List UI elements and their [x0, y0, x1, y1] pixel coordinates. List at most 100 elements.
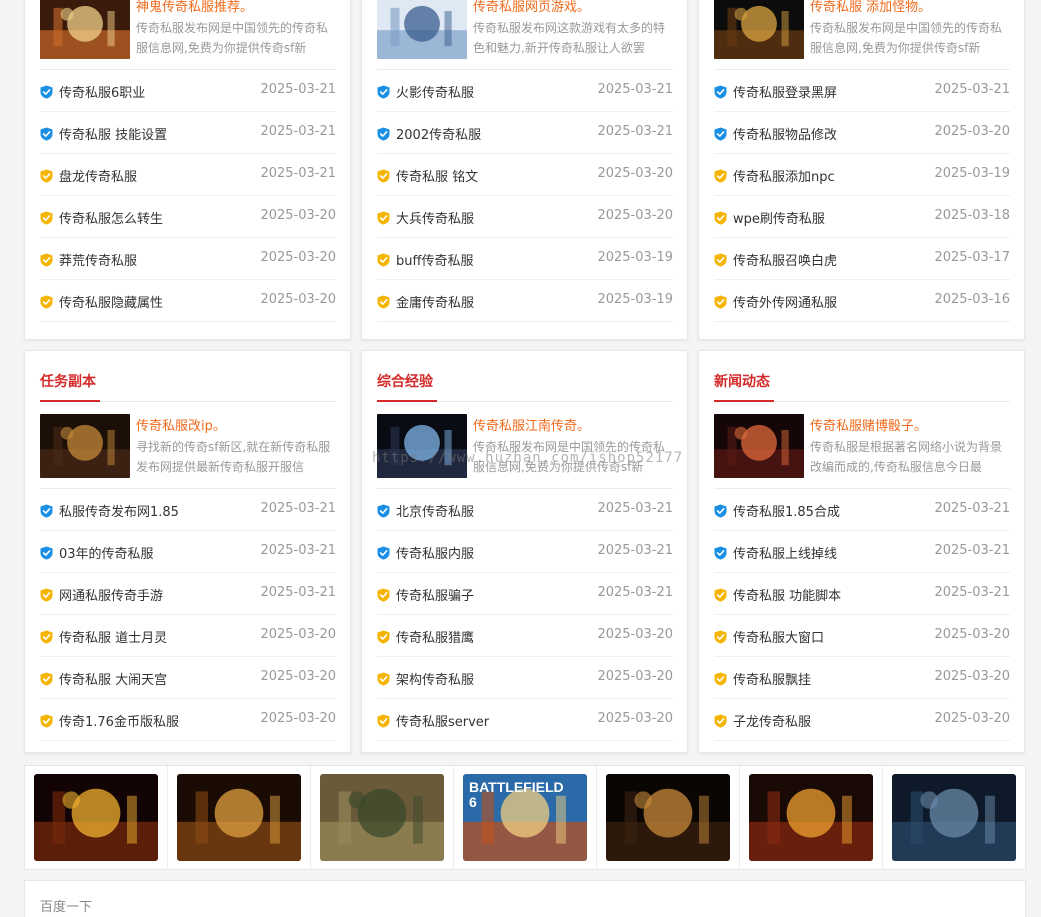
article-title-link[interactable]: buff传奇私服 [396, 250, 473, 269]
article-list-item[interactable]: 传奇私服召唤白虎 2025-03-17 [714, 238, 1010, 280]
article-title-link[interactable]: 传奇私服server [396, 711, 489, 730]
feature-thumbnail[interactable] [714, 414, 804, 478]
article-list-item[interactable]: 传奇私服大窗口 2025-03-20 [714, 615, 1010, 657]
article-title-link[interactable]: 子龙传奇私服 [733, 711, 811, 730]
article-list-item[interactable]: 2002传奇私服 2025-03-21 [377, 112, 673, 154]
article-list-item[interactable]: wpe刷传奇私服 2025-03-18 [714, 196, 1010, 238]
article-title-link[interactable]: 传奇私服1.85合成 [733, 501, 840, 520]
feature-thumbnail[interactable] [714, 0, 804, 59]
article-title-link[interactable]: 传奇私服6职业 [59, 82, 145, 101]
article-list-item[interactable]: 传奇1.76金币版私服 2025-03-20 [40, 699, 336, 741]
article-list-item[interactable]: 03年的传奇私服 2025-03-21 [40, 531, 336, 573]
article-list-item[interactable]: 传奇私服 功能脚本 2025-03-21 [714, 573, 1010, 615]
article-title-link[interactable]: 火影传奇私服 [396, 82, 474, 101]
article-title-link[interactable]: 传奇私服 技能设置 [59, 124, 167, 143]
article-title-link[interactable]: 传奇私服隐藏属性 [59, 292, 163, 311]
article-list-item[interactable]: 传奇私服登录黑屏 2025-03-21 [714, 70, 1010, 112]
article-list-item[interactable]: 盘龙传奇私服 2025-03-21 [40, 154, 336, 196]
article-title-link[interactable]: 传奇私服骗子 [396, 585, 474, 604]
article-title-link[interactable]: 传奇私服添加npc [733, 166, 835, 185]
article-title-link[interactable]: 传奇私服 铭文 [396, 166, 478, 185]
article-title-link[interactable]: 北京传奇私服 [396, 501, 474, 520]
section-title[interactable]: 新闻动态 [714, 371, 770, 391]
article-title-link[interactable]: 大兵传奇私服 [396, 208, 474, 227]
game-banner-7[interactable] [892, 774, 1016, 861]
article-list-item[interactable]: 私服传奇发布网1.85 2025-03-21 [40, 489, 336, 531]
article-list-item[interactable]: 火影传奇私服 2025-03-21 [377, 70, 673, 112]
feature-thumbnail[interactable] [377, 414, 467, 478]
article-title-link[interactable]: 2002传奇私服 [396, 124, 481, 143]
feature-thumbnail[interactable] [40, 0, 130, 59]
article-list-item[interactable]: 传奇私服上线掉线 2025-03-21 [714, 531, 1010, 573]
article-list-item[interactable]: 莽荒传奇私服 2025-03-20 [40, 238, 336, 280]
feature-title-link[interactable]: 传奇私服网页游戏。 [473, 0, 590, 15]
article-list-item[interactable]: 传奇外传网通私服 2025-03-16 [714, 280, 1010, 322]
article-title-link[interactable]: 金庸传奇私服 [396, 292, 474, 311]
article-title-link[interactable]: 架构传奇私服 [396, 669, 474, 688]
article-title-link[interactable]: 传奇私服内服 [396, 543, 474, 562]
feature-thumbnail[interactable] [377, 0, 467, 59]
article-list-item[interactable]: 传奇私服6职业 2025-03-21 [40, 70, 336, 112]
article-title-link[interactable]: 传奇私服 大闹天宫 [59, 669, 167, 688]
article-list-item[interactable]: 传奇私服添加npc 2025-03-19 [714, 154, 1010, 196]
game-banner-6[interactable] [749, 774, 873, 861]
article-title-link[interactable]: 传奇私服物品修改 [733, 124, 837, 143]
article-list-item[interactable]: 架构传奇私服 2025-03-20 [377, 657, 673, 699]
game-banner-2[interactable] [177, 774, 301, 861]
article-title-link[interactable]: 传奇私服登录黑屏 [733, 82, 837, 101]
article-title-link[interactable]: 传奇私服大窗口 [733, 627, 824, 646]
footer-link-baidu[interactable]: 百度一下 [40, 896, 92, 915]
article-date: 2025-03-20 [597, 669, 673, 684]
feature-title-link[interactable]: 传奇私服江南传奇。 [473, 415, 590, 434]
article-title-link[interactable]: 传奇私服 功能脚本 [733, 585, 841, 604]
article-list-item[interactable]: 大兵传奇私服 2025-03-20 [377, 196, 673, 238]
section-title[interactable]: 任务副本 [40, 371, 96, 391]
game-banner-4[interactable]: BATTLEFIELD 6 [463, 774, 587, 861]
article-title-link[interactable]: 私服传奇发布网1.85 [59, 501, 179, 520]
article-title-link[interactable]: wpe刷传奇私服 [733, 208, 825, 227]
article-title-link[interactable]: 传奇私服召唤白虎 [733, 250, 837, 269]
article-title-link[interactable]: 传奇私服飘挂 [733, 669, 811, 688]
feature-title-link[interactable]: 传奇私服改ip。 [136, 415, 226, 434]
article-list-item[interactable]: 子龙传奇私服 2025-03-20 [714, 699, 1010, 741]
article-list-item[interactable]: 北京传奇私服 2025-03-21 [377, 489, 673, 531]
article-title-link[interactable]: 莽荒传奇私服 [59, 250, 137, 269]
article-title-link[interactable]: 传奇私服上线掉线 [733, 543, 837, 562]
game-banner-1[interactable] [34, 774, 158, 861]
article-title-link[interactable]: 03年的传奇私服 [59, 543, 154, 562]
article-date: 2025-03-21 [597, 585, 673, 600]
feature-title-link[interactable]: 传奇私服赌博骰子。 [810, 415, 927, 434]
article-list-item[interactable]: 网通私服传奇手游 2025-03-21 [40, 573, 336, 615]
article-title-link[interactable]: 网通私服传奇手游 [59, 585, 163, 604]
feature-title-link[interactable]: 传奇私服 添加怪物。 [810, 0, 931, 15]
article-title-link[interactable]: 传奇私服 道士月灵 [59, 627, 167, 646]
game-banner-5[interactable] [606, 774, 730, 861]
article-list-item[interactable]: 传奇私服内服 2025-03-21 [377, 531, 673, 573]
article-list-item[interactable]: 传奇私服 技能设置 2025-03-21 [40, 112, 336, 154]
feature-thumbnail[interactable] [40, 414, 130, 478]
article-title-link[interactable]: 盘龙传奇私服 [59, 166, 137, 185]
article-list-item[interactable]: 传奇私服server 2025-03-20 [377, 699, 673, 741]
article-list-item[interactable]: 传奇私服飘挂 2025-03-20 [714, 657, 1010, 699]
article-list-item[interactable]: 传奇私服 铭文 2025-03-20 [377, 154, 673, 196]
article-list-item[interactable]: 传奇私服猎鹰 2025-03-20 [377, 615, 673, 657]
article-list-item[interactable]: 传奇私服隐藏属性 2025-03-20 [40, 280, 336, 322]
article-list-item[interactable]: buff传奇私服 2025-03-19 [377, 238, 673, 280]
verified-shield-icon-gold [40, 713, 53, 728]
game-banner-3[interactable] [320, 774, 444, 861]
article-title-link[interactable]: 传奇外传网通私服 [733, 292, 837, 311]
article-list-item[interactable]: 传奇私服1.85合成 2025-03-21 [714, 489, 1010, 531]
feature-title-link[interactable]: 神鬼传奇私服推荐。 [136, 0, 253, 15]
article-date: 2025-03-21 [260, 543, 336, 558]
article-list-item[interactable]: 金庸传奇私服 2025-03-19 [377, 280, 673, 322]
article-title-link[interactable]: 传奇1.76金币版私服 [59, 711, 179, 730]
article-list-item[interactable]: 传奇私服 大闹天宫 2025-03-20 [40, 657, 336, 699]
section-title[interactable]: 综合经验 [377, 371, 433, 391]
article-list-item[interactable]: 传奇私服怎么转生 2025-03-20 [40, 196, 336, 238]
article-date: 2025-03-20 [597, 208, 673, 223]
article-list-item[interactable]: 传奇私服骗子 2025-03-21 [377, 573, 673, 615]
article-list-item[interactable]: 传奇私服 道士月灵 2025-03-20 [40, 615, 336, 657]
article-list-item[interactable]: 传奇私服物品修改 2025-03-20 [714, 112, 1010, 154]
article-title-link[interactable]: 传奇私服怎么转生 [59, 208, 163, 227]
article-title-link[interactable]: 传奇私服猎鹰 [396, 627, 474, 646]
